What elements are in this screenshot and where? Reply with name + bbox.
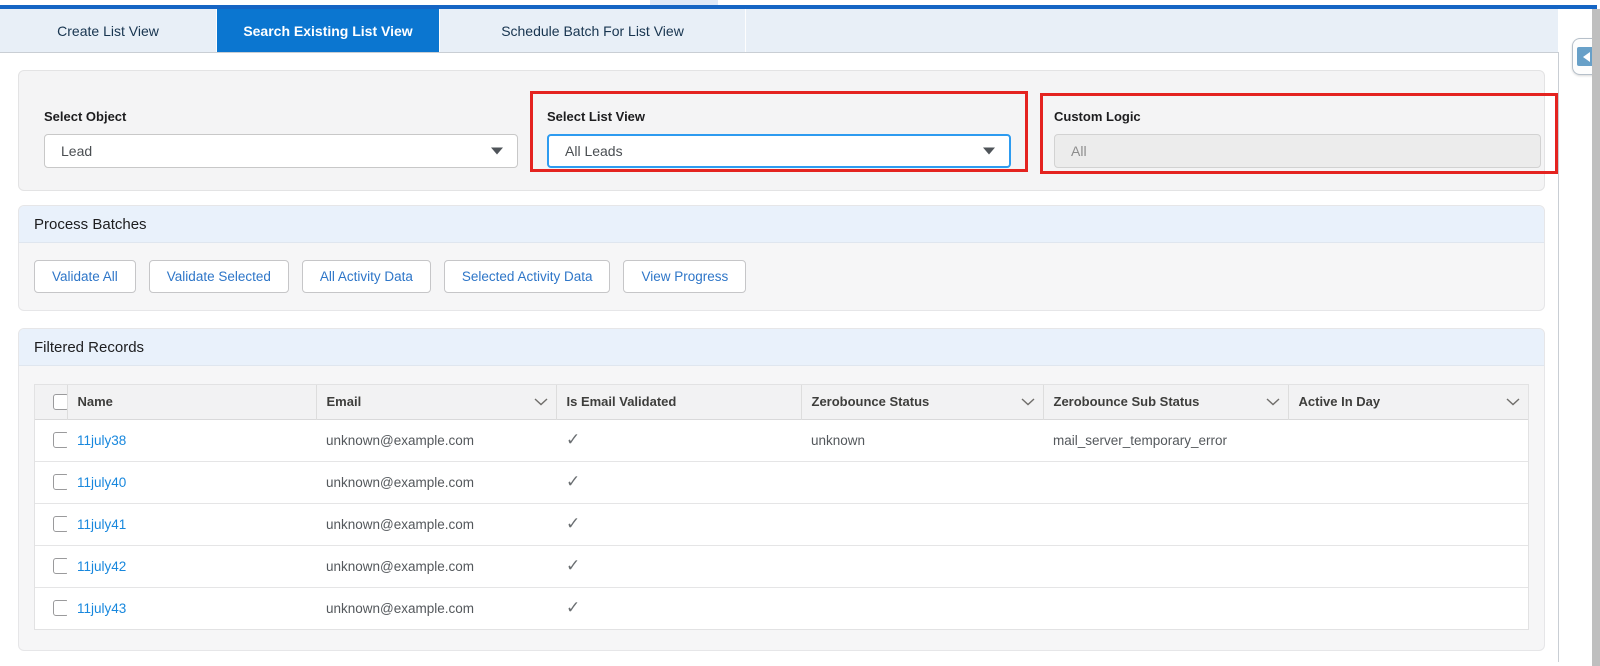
select-object-dropdown[interactable]: Lead (44, 134, 518, 168)
column-header-email: Email (326, 394, 362, 410)
vertical-scrollbar[interactable] (1592, 9, 1600, 666)
chevron-down-icon[interactable] (534, 398, 548, 406)
tab-bar: Create List View Search Existing List Vi… (0, 9, 1558, 52)
tab-search-existing-list-view[interactable]: Search Existing List View (217, 9, 440, 52)
all-activity-data-button[interactable]: All Activity Data (301, 260, 431, 293)
table-row: 11july40 unknown@example.com ✓ (35, 460, 1528, 503)
record-name-link[interactable]: 11july41 (77, 517, 126, 532)
record-status: unknown (811, 432, 866, 448)
column-header-zerobounce-sub-status: Zerobounce Sub Status (1053, 394, 1200, 410)
process-batches-header: Process Batches (19, 206, 1544, 243)
tab-schedule-batch-for-list-view[interactable]: Schedule Batch For List View (440, 9, 746, 52)
process-batches-panel: Process Batches Validate All Validate Se… (18, 205, 1545, 311)
record-email: unknown@example.com (326, 474, 475, 490)
select-object-field: Select Object Lead (44, 71, 518, 190)
record-name-link[interactable]: 11july42 (77, 559, 126, 574)
check-icon: ✓ (566, 514, 581, 533)
view-progress-button[interactable]: View Progress (623, 260, 747, 293)
chevron-down-icon[interactable] (1021, 398, 1035, 406)
chevron-down-icon[interactable] (1266, 398, 1280, 406)
check-icon: ✓ (566, 598, 581, 618)
filtered-records-header: Filtered Records (19, 329, 1544, 366)
select-object-label: Select Object (44, 109, 127, 124)
table-row: 11july43 unknown@example.com ✓ (35, 586, 1528, 629)
annotation-box-select-list-view (530, 91, 1028, 172)
dropdown-arrow-icon (491, 147, 503, 155)
record-name-link[interactable]: 11july38 (77, 433, 126, 448)
validate-all-button[interactable]: Validate All (34, 260, 136, 293)
check-icon: ✓ (566, 472, 581, 491)
table-row: 11july41 unknown@example.com ✓ (35, 502, 1528, 545)
record-email: unknown@example.com (326, 432, 475, 448)
table-header-row: Name Email Is Email Validated Zerobounce… (35, 385, 1528, 419)
tab-create-list-view[interactable]: Create List View (0, 9, 217, 52)
record-name-link[interactable]: 11july40 (77, 475, 126, 490)
app-screen: Create List View Search Existing List Vi… (0, 0, 1600, 666)
check-icon: ✓ (566, 556, 581, 575)
column-header-name: Name (77, 394, 113, 410)
check-icon: ✓ (566, 430, 581, 449)
selected-activity-data-button[interactable]: Selected Activity Data (443, 260, 611, 293)
annotation-box-custom-logic (1040, 93, 1558, 174)
main-container: Select Object Lead Select List View All … (0, 52, 1559, 662)
filtered-records-panel: Filtered Records Name Email Is Email Val… (18, 328, 1545, 651)
table-row: 11july42 unknown@example.com ✓ (35, 544, 1528, 587)
record-name-link[interactable]: 11july43 (77, 601, 126, 616)
record-email: unknown@example.com (326, 600, 475, 616)
record-email: unknown@example.com (326, 516, 475, 532)
record-sub-status: mail_server_temporary_error (1053, 432, 1228, 448)
record-email: unknown@example.com (326, 558, 475, 574)
column-header-zerobounce-status: Zerobounce Status (811, 394, 930, 410)
validate-selected-button[interactable]: Validate Selected (148, 260, 289, 293)
column-header-is-email-validated: Is Email Validated (566, 394, 677, 410)
table-row: 11july38 unknown@example.com ✓ unknown m… (35, 418, 1528, 461)
select-object-value: Lead (61, 143, 93, 159)
records-table: Name Email Is Email Validated Zerobounce… (34, 384, 1529, 630)
process-batches-toolbar: Validate All Validate Selected All Activ… (19, 243, 1544, 293)
column-header-active-in-day: Active In Day (1298, 394, 1381, 410)
chevron-down-icon[interactable] (1506, 398, 1520, 406)
